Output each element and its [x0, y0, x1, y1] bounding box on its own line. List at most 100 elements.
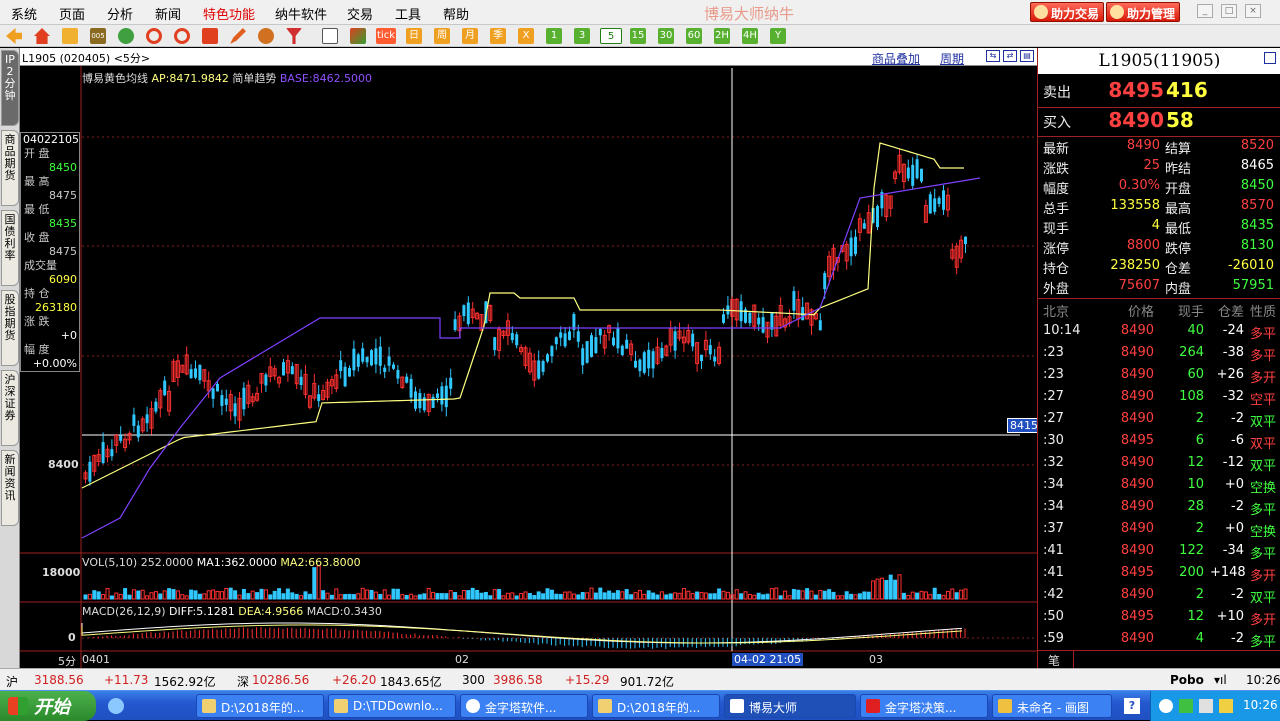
- code-icon[interactable]: 005: [90, 28, 106, 44]
- zoom-out-icon[interactable]: [174, 28, 190, 44]
- candle-body-down: [361, 348, 365, 362]
- volume-bar: [787, 595, 792, 600]
- help-icon[interactable]: ?: [1124, 698, 1140, 714]
- layout-icon-1[interactable]: ⇆: [986, 50, 1000, 62]
- menu-news[interactable]: 新闻: [155, 4, 181, 23]
- day-button[interactable]: 日: [406, 28, 422, 44]
- volume-bar: [611, 592, 616, 600]
- base-value: BASE:8462.5000: [279, 72, 373, 85]
- tab-commodity-futures[interactable]: 商品期货: [1, 130, 19, 206]
- x-button[interactable]: X: [518, 28, 534, 44]
- candle-body-down: [854, 236, 857, 255]
- volume-bar: [681, 588, 686, 600]
- volume-bar: [915, 592, 920, 600]
- tab-index-futures[interactable]: 股指期货: [1, 290, 19, 366]
- year-button[interactable]: Y: [770, 28, 786, 44]
- vol-ma2: MA2:663.8000: [280, 556, 361, 569]
- menu-special[interactable]: 特色功能: [203, 4, 255, 23]
- chart-icon[interactable]: [350, 28, 366, 44]
- quote-label: 内盘: [1165, 282, 1192, 297]
- tab-ip-2min[interactable]: IP 2分钟: [1, 50, 19, 126]
- home-icon[interactable]: [34, 28, 50, 44]
- task-jinzita-decision[interactable]: 金字塔决策...: [860, 694, 988, 718]
- table-icon[interactable]: [322, 28, 338, 44]
- tray-app-icon[interactable]: [1179, 699, 1193, 713]
- period-link[interactable]: 周期: [940, 50, 964, 67]
- task-jinzita[interactable]: 金字塔软件...: [460, 694, 588, 718]
- menu-system[interactable]: 系统: [11, 4, 37, 23]
- hour2-button[interactable]: 2H: [714, 28, 730, 44]
- hour4-button[interactable]: 4H: [742, 28, 758, 44]
- chart-area[interactable]: L1905 (020405) <5分> 商品叠加 周期 ⇆ ⇄ ▤ 博易黄色均线…: [20, 48, 1041, 668]
- assist-trade-button[interactable]: 助力交易: [1030, 2, 1105, 22]
- maximize-button[interactable]: □: [1221, 4, 1237, 18]
- pen-icon[interactable]: [230, 28, 246, 44]
- panel-toggle-icon[interactable]: [1264, 52, 1276, 64]
- overlay-link[interactable]: 商品叠加: [872, 50, 920, 67]
- refresh-icon[interactable]: [118, 28, 134, 44]
- min3-button[interactable]: 3: [574, 28, 590, 44]
- close-button[interactable]: ×: [1245, 4, 1261, 18]
- min30-button[interactable]: 30: [658, 28, 674, 44]
- volume-bar: [805, 588, 810, 600]
- layout-icon-3[interactable]: ▤: [1020, 50, 1034, 62]
- min1-button[interactable]: 1: [546, 28, 562, 44]
- sell-price[interactable]: 8495: [1098, 78, 1164, 102]
- tab-news[interactable]: 新闻资讯: [1, 450, 19, 526]
- tab-treasury[interactable]: 国债利率: [1, 210, 19, 286]
- tab-securities[interactable]: 沪深证券: [1, 370, 19, 446]
- menu-help[interactable]: 帮助: [443, 4, 469, 23]
- volume-bar: [158, 593, 163, 600]
- folder-icon: [598, 699, 612, 713]
- task-folder-2018-b[interactable]: D:\2018年的...: [592, 694, 720, 718]
- filter-icon[interactable]: [286, 28, 302, 44]
- menu-trade[interactable]: 交易: [347, 4, 373, 23]
- menu-naniu[interactable]: 纳牛软件: [275, 4, 327, 23]
- volume-bar: [488, 595, 493, 600]
- zoom-in-icon[interactable]: [146, 28, 162, 44]
- minimize-button[interactable]: _: [1197, 4, 1213, 18]
- ie-icon[interactable]: [108, 698, 124, 714]
- volume-bar: [523, 591, 528, 600]
- tray-network-icon[interactable]: [1199, 699, 1213, 713]
- menu-page[interactable]: 页面: [59, 4, 85, 23]
- tray-sound-icon[interactable]: [1219, 699, 1233, 713]
- window-icon[interactable]: [202, 28, 218, 44]
- menu-tools[interactable]: 工具: [395, 4, 421, 23]
- min5-button[interactable]: 5: [600, 28, 622, 44]
- quarter-button[interactable]: 季: [490, 28, 506, 44]
- candle-body-down: [132, 414, 136, 426]
- tick-time: :27: [1043, 389, 1064, 404]
- contract-label: L1905 (020405) <5分>: [22, 52, 151, 65]
- volume-bar: [659, 591, 664, 600]
- task-paint[interactable]: 未命名 - 画图: [992, 694, 1112, 718]
- volume-bar: [228, 587, 233, 600]
- month-button[interactable]: 月: [462, 28, 478, 44]
- volume-bar: [259, 588, 264, 600]
- tray-arrow-icon[interactable]: [1159, 699, 1173, 713]
- volume-bar: [171, 589, 176, 600]
- menu-analysis[interactable]: 分析: [107, 4, 133, 23]
- candle-body-down: [88, 461, 92, 482]
- kline-chart[interactable]: [20, 48, 1037, 668]
- back-icon[interactable]: [6, 28, 22, 44]
- folder-icon[interactable]: [62, 28, 78, 44]
- tab-ticks[interactable]: 笔: [1038, 651, 1074, 668]
- min15-button[interactable]: 15: [630, 28, 646, 44]
- task-folder-2018-a[interactable]: D:\2018年的...: [196, 694, 324, 718]
- start-button[interactable]: 开始: [0, 691, 96, 721]
- volume-bar: [620, 591, 625, 600]
- tick-time: :32: [1043, 455, 1064, 470]
- layout-icon-2[interactable]: ⇄: [1003, 50, 1017, 62]
- brush-icon[interactable]: [258, 28, 274, 44]
- candle-body-down: [216, 384, 219, 392]
- task-folder-tddownload[interactable]: D:\TDDownlo...: [328, 694, 456, 718]
- volume-bar: [448, 590, 453, 600]
- task-boyi[interactable]: 博易大师: [724, 694, 856, 718]
- min60-button[interactable]: 60: [686, 28, 702, 44]
- buy-price[interactable]: 8490: [1098, 108, 1164, 132]
- tick-button[interactable]: tick: [376, 28, 396, 44]
- volume-bar: [457, 595, 462, 600]
- assist-manage-button[interactable]: 助力管理: [1106, 2, 1181, 22]
- week-button[interactable]: 周: [434, 28, 450, 44]
